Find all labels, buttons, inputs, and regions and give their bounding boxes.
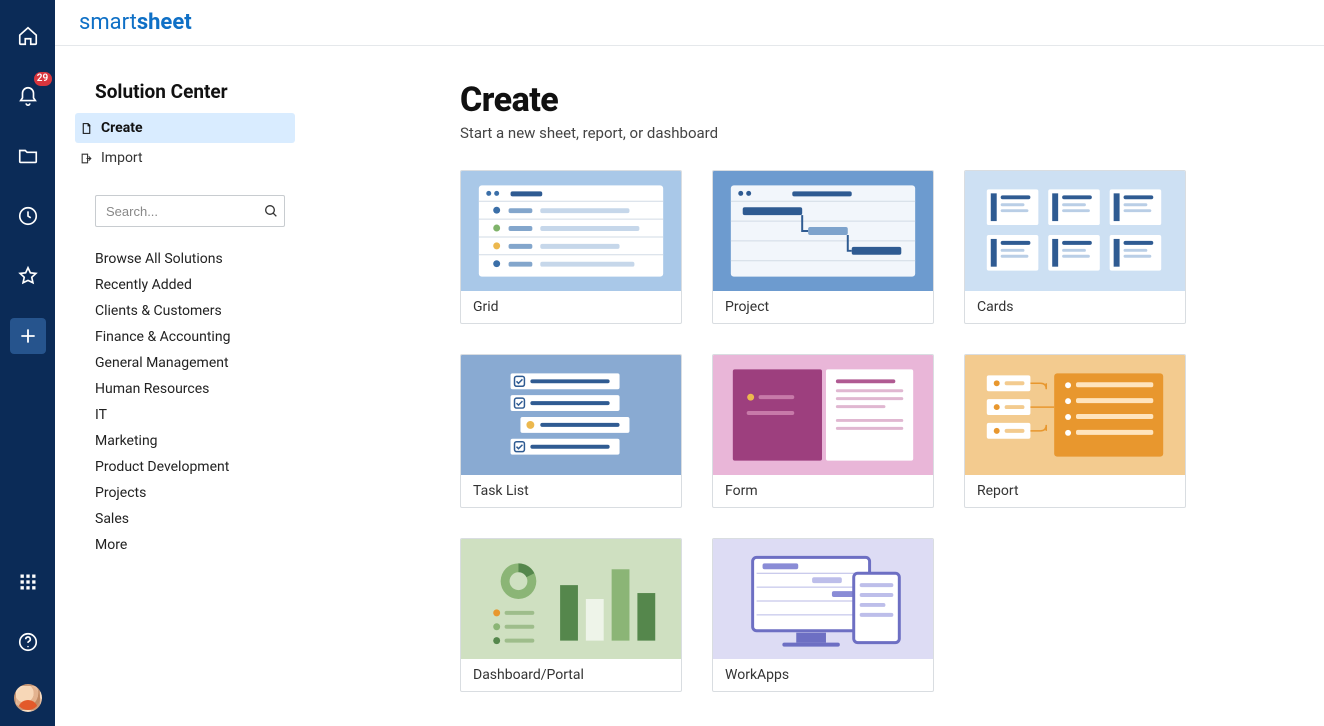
tile-label: WorkApps [713,659,933,691]
tile-tasklist[interactable]: Task List [460,354,682,508]
tile-workapps[interactable]: WorkApps [712,538,934,692]
tile-label: Report [965,475,1185,507]
avatar[interactable] [14,684,42,712]
notification-badge: 29 [34,72,52,86]
nav-import[interactable]: Import [75,143,295,173]
tile-label: Grid [461,291,681,323]
sheet-icon [79,121,93,135]
dashboard-art-icon [461,539,681,659]
tile-project[interactable]: Project [712,170,934,324]
tile-form[interactable]: Form [712,354,934,508]
tile-label: Cards [965,291,1185,323]
tile-dashboard[interactable]: Dashboard/Portal [460,538,682,692]
tile-label: Project [713,291,933,323]
sidebar-panel: Solution Center Create Import Browse All… [55,46,380,573]
brand-logo: smartsheet [79,10,192,35]
nav-create[interactable]: Create [75,113,295,143]
template-tiles: Grid Project [460,170,1284,692]
tile-report[interactable]: Report [964,354,1186,508]
panel-title: Solution Center [95,80,352,103]
tile-label: Dashboard/Portal [461,659,681,691]
category-item[interactable]: Finance & Accounting [95,329,352,345]
search-input[interactable] [95,195,285,227]
main-content: Create Start a new sheet, report, or das… [380,46,1324,726]
workapps-art-icon [713,539,933,659]
notifications-icon[interactable]: 29 [10,78,46,114]
grid-art-icon [461,171,681,291]
category-item[interactable]: Browse All Solutions [95,251,352,267]
project-art-icon [713,171,933,291]
category-item[interactable]: Sales [95,511,352,527]
category-item[interactable]: Human Resources [95,381,352,397]
top-header: smartsheet [55,0,1324,46]
apps-grid-icon[interactable] [10,564,46,600]
tile-label: Form [713,475,933,507]
page-title: Create [460,80,1284,120]
favorites-icon[interactable] [10,258,46,294]
folder-icon[interactable] [10,138,46,174]
category-item[interactable]: Clients & Customers [95,303,352,319]
category-item[interactable]: Recently Added [95,277,352,293]
form-art-icon [713,355,933,475]
nav-create-label: Create [101,120,143,136]
category-item[interactable]: Product Development [95,459,352,475]
tasklist-art-icon [461,355,681,475]
tile-cards[interactable]: Cards [964,170,1186,324]
help-icon[interactable] [10,624,46,660]
search-box [95,195,285,227]
report-art-icon [965,355,1185,475]
category-item[interactable]: More [95,537,352,553]
nav-import-label: Import [101,150,143,166]
page-subtitle: Start a new sheet, report, or dashboard [460,124,1284,142]
tile-label: Task List [461,475,681,507]
left-rail: 29 [0,0,55,726]
tile-grid[interactable]: Grid [460,170,682,324]
home-icon[interactable] [10,18,46,54]
recents-icon[interactable] [10,198,46,234]
create-button[interactable] [10,318,46,354]
category-list: Browse All Solutions Recently Added Clie… [95,251,352,553]
category-item[interactable]: General Management [95,355,352,371]
cards-art-icon [965,171,1185,291]
category-item[interactable]: IT [95,407,352,423]
import-icon [79,151,93,165]
category-item[interactable]: Marketing [95,433,352,449]
category-item[interactable]: Projects [95,485,352,501]
